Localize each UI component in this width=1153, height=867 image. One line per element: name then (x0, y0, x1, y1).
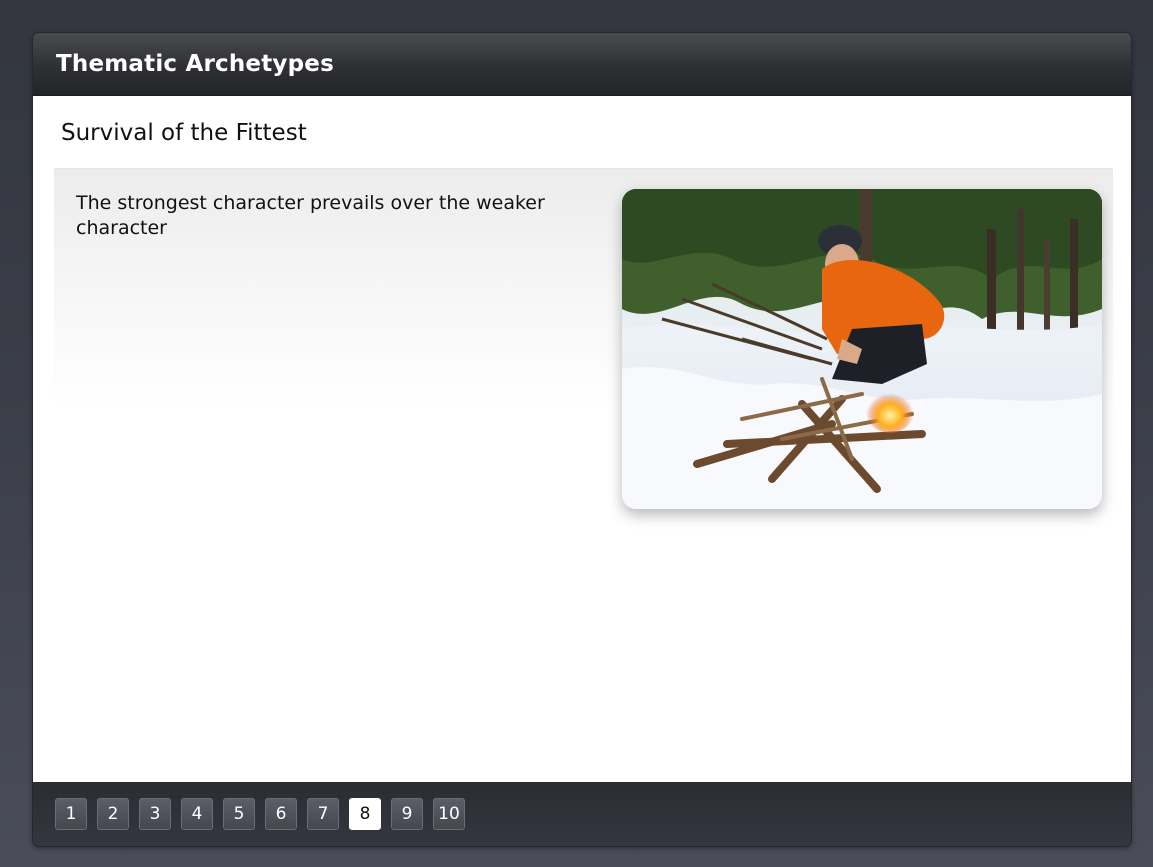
window-title: Thematic Archetypes (56, 51, 334, 77)
slide-photo (622, 189, 1102, 509)
page-navigation-bar: 1 2 3 4 5 6 7 8 9 10 (33, 782, 1131, 846)
page-button-6[interactable]: 6 (265, 798, 297, 830)
page-button-5[interactable]: 5 (223, 798, 255, 830)
content-panel: The strongest character prevails over th… (54, 168, 1113, 769)
slide-body-text: The strongest character prevails over th… (76, 192, 545, 239)
page-button-8[interactable]: 8 (349, 798, 381, 830)
lesson-window: Thematic Archetypes Survival of the Fitt… (33, 33, 1131, 846)
page-button-3[interactable]: 3 (139, 798, 171, 830)
pagination: 1 2 3 4 5 6 7 8 9 10 (55, 798, 465, 832)
page-button-1[interactable]: 1 (55, 798, 87, 830)
page-button-2[interactable]: 2 (97, 798, 129, 830)
page-button-4[interactable]: 4 (181, 798, 213, 830)
page-button-7[interactable]: 7 (307, 798, 339, 830)
campfire-photo-illustration (622, 189, 1102, 509)
page-button-9[interactable]: 9 (391, 798, 423, 830)
title-bar: Thematic Archetypes (33, 33, 1131, 96)
slide-content: Survival of the Fittest The strongest ch… (33, 96, 1131, 782)
page-button-10[interactable]: 10 (433, 798, 465, 830)
slide-heading: Survival of the Fittest (61, 120, 307, 146)
